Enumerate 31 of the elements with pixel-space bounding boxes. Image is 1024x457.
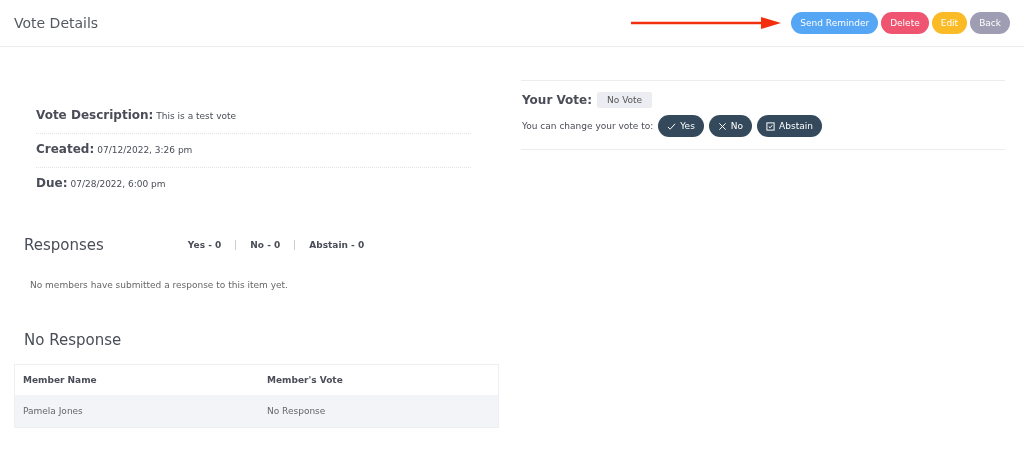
checkbox-icon xyxy=(766,121,776,131)
arrow-icon xyxy=(631,17,782,29)
detail-value: This is a test vote xyxy=(156,111,237,121)
check-icon xyxy=(667,121,677,131)
header-button[interactable]: Back xyxy=(970,12,1010,34)
empty-message: No members have submitted a response to this item yet. xyxy=(29,279,289,290)
column-header: Member's Vote xyxy=(266,375,344,385)
page-title: Vote Details xyxy=(14,15,100,31)
vote-option-button[interactable]: No xyxy=(708,115,753,137)
section-heading: Responses xyxy=(24,236,104,254)
header-button[interactable]: Delete xyxy=(881,12,929,34)
header-button[interactable]: Edit xyxy=(931,12,968,34)
change-vote-label: You can change your vote to: xyxy=(522,121,654,131)
detail-label: Due: xyxy=(36,176,68,190)
close-icon xyxy=(717,121,727,131)
table-cell-text: No Response xyxy=(266,406,327,416)
table-cell-text: Pamela Jones xyxy=(22,406,84,416)
response-count: Abstain - 0 xyxy=(294,240,379,250)
detail-label: Created: xyxy=(36,142,95,156)
detail-value: 07/12/2022, 3:26 pm xyxy=(97,145,193,155)
detail-label: Vote Description: xyxy=(36,108,154,122)
column-header: Member Name xyxy=(22,375,98,385)
vote-option-button[interactable]: Abstain xyxy=(757,115,822,137)
section-heading: No Response xyxy=(23,330,123,351)
response-count: Yes - 0 xyxy=(187,240,223,250)
response-count: No - 0 xyxy=(235,240,295,250)
vote-badge: No Vote xyxy=(597,92,653,108)
vote-option-button[interactable]: Yes xyxy=(658,115,704,137)
detail-value: 07/28/2022, 6:00 pm xyxy=(70,179,166,189)
your-vote-label: Your Vote: xyxy=(522,93,593,107)
header-button[interactable]: Send Reminder xyxy=(791,12,879,34)
